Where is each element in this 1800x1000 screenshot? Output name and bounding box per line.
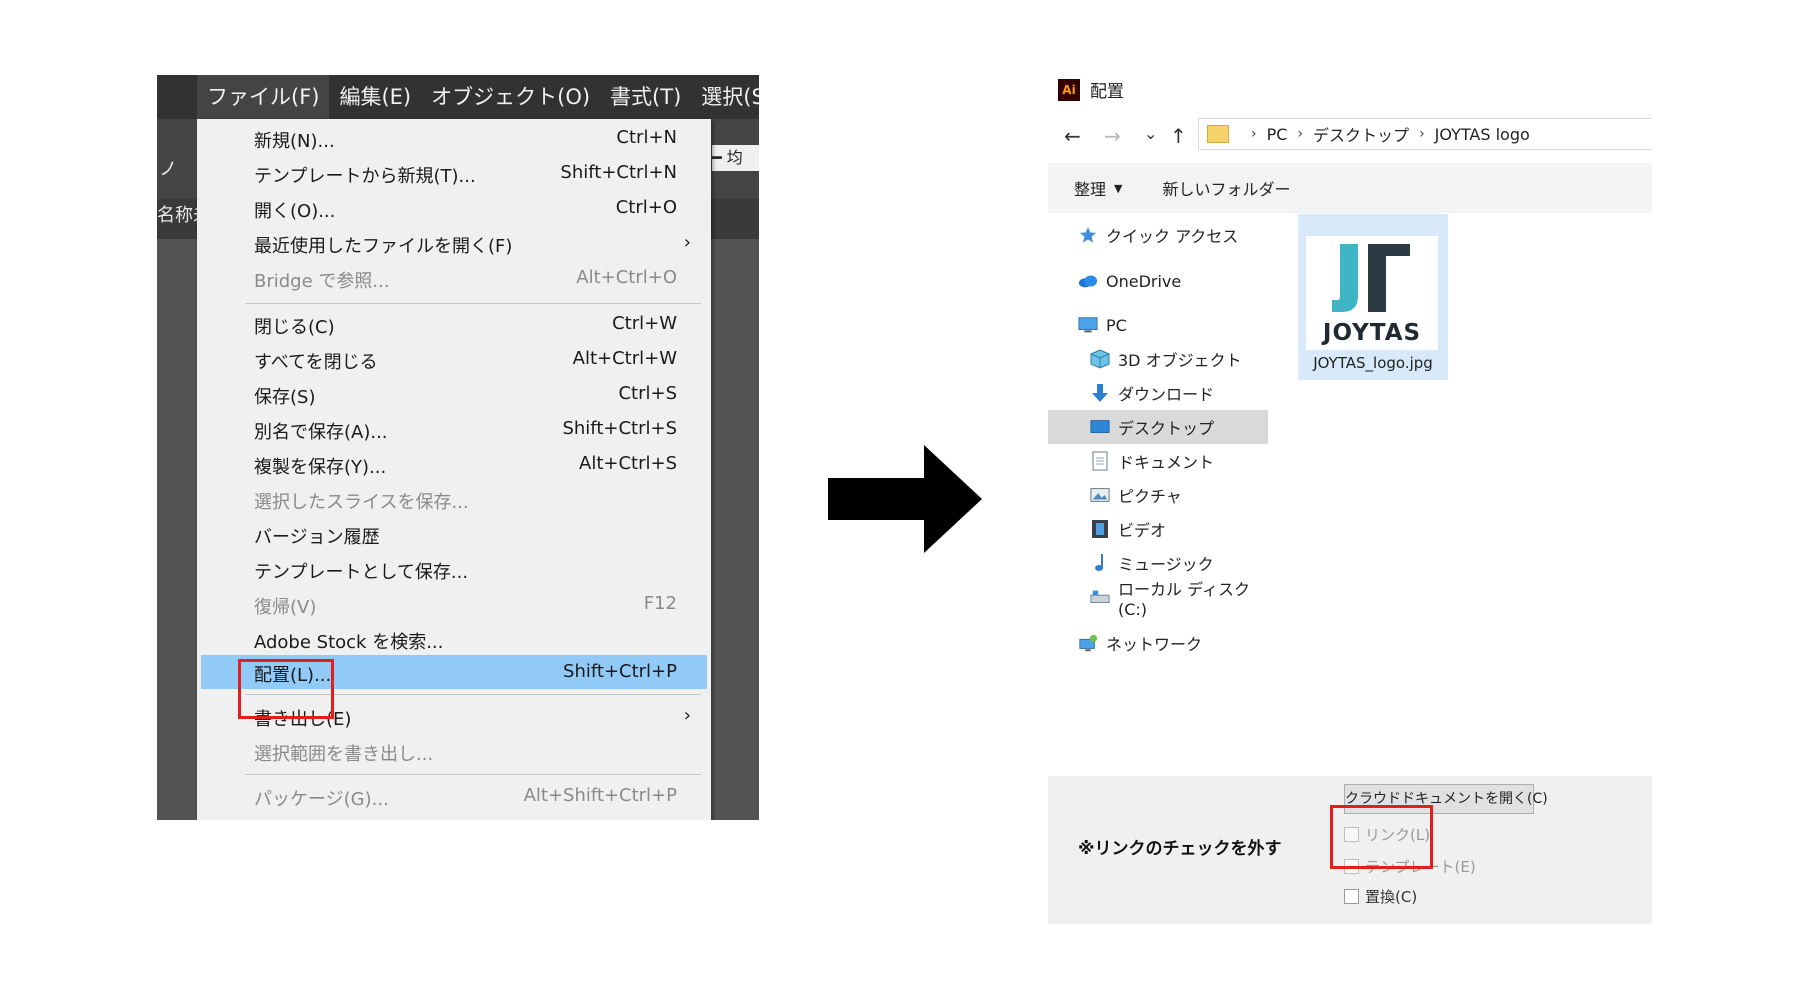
nav-item-network[interactable]: ネットワーク [1048, 626, 1268, 660]
file-item-joytas-logo[interactable]: JOYTAS JOYTAS_logo.jpg [1298, 214, 1448, 380]
desktop-icon [1090, 417, 1110, 437]
menu-item-version-history[interactable]: バージョン履歴 [197, 517, 711, 551]
folder-icon [1207, 125, 1229, 143]
menu-item-revert[interactable]: 復帰(V) F12 [197, 587, 711, 621]
address-bar[interactable]: › PC › デスクトップ › JOYTAS logo [1198, 118, 1652, 150]
nav-item-3d-objects[interactable]: 3D オブジェクト [1048, 342, 1268, 376]
menu-item-open[interactable]: 開く(O)... Ctrl+O [197, 191, 711, 225]
file-thumbnail: JOYTAS [1306, 236, 1438, 350]
checkbox-icon [1344, 889, 1359, 904]
menu-item-save-as[interactable]: 別名で保存(A)... Shift+Ctrl+S [197, 412, 711, 446]
back-icon[interactable]: ← [1064, 124, 1081, 148]
nav-item-onedrive[interactable]: OneDrive [1048, 264, 1268, 298]
nav-item-local-disk[interactable]: ローカル ディスク (C:) [1048, 580, 1268, 619]
film-icon [1090, 519, 1110, 539]
menu-item-save-copy[interactable]: 複製を保存(Y)... Alt+Ctrl+S [197, 447, 711, 481]
chevron-right-icon: › [683, 705, 691, 726]
up-folder-icon[interactable]: ↑ [1170, 124, 1187, 148]
logo-wordmark: JOYTAS [1322, 320, 1422, 346]
menu-item-search-adobe-stock[interactable]: Adobe Stock を検索... [197, 622, 711, 656]
arrow-right-icon [828, 445, 982, 553]
cube-icon [1090, 349, 1110, 369]
new-folder-button[interactable]: 新しいフォルダー [1162, 176, 1290, 200]
menu-item-open-recent[interactable]: 最近使用したファイルを開く(F) › [197, 226, 711, 260]
nav-item-quick-access[interactable]: クイック アクセス [1048, 218, 1268, 252]
menu-item-save-as-template[interactable]: テンプレートとして保存... [197, 552, 711, 586]
replace-checkbox[interactable]: 置換(C) [1344, 886, 1417, 907]
dialog-title-bar: Ai 配置 [1058, 77, 1124, 102]
breadcrumb-desktop[interactable]: デスクトップ [1313, 122, 1409, 146]
menu-item-new-from-template[interactable]: テンプレートから新規(T)... Shift+Ctrl+N [197, 156, 711, 190]
menu-select[interactable]: 選択(S [691, 75, 759, 119]
chevron-right-icon: › [683, 232, 691, 253]
align-control-fragment[interactable]: ━ 均 [712, 145, 759, 171]
caret-down-icon[interactable]: ▼ [1114, 182, 1122, 195]
music-note-icon [1090, 553, 1110, 573]
nav-item-pictures[interactable]: ピクチャ [1048, 478, 1268, 512]
file-name: JOYTAS_logo.jpg [1313, 354, 1433, 372]
menu-item-save[interactable]: 保存(S) Ctrl+S [197, 377, 711, 411]
menu-item-package[interactable]: パッケージ(G)... Alt+Shift+Ctrl+P [197, 779, 711, 813]
document-icon [1090, 451, 1110, 471]
forward-icon[interactable]: → [1104, 124, 1121, 148]
star-icon [1078, 225, 1098, 245]
menu-object[interactable]: オブジェクト(O) [421, 75, 600, 119]
dialog-toolbar: 整理 ▼ 新しいフォルダー [1048, 163, 1652, 213]
picture-icon [1090, 485, 1110, 505]
menu-type[interactable]: 書式(T) [600, 75, 691, 119]
download-arrow-icon [1090, 383, 1110, 403]
navigation-pane: クイック アクセス OneDrive PC 3D オブジェクト ダウンロード デ… [1048, 218, 1268, 698]
menu-file[interactable]: ファイル(F) [197, 75, 330, 119]
breadcrumb-pc[interactable]: PC [1267, 125, 1288, 144]
nav-item-desktop[interactable]: デスクトップ [1048, 410, 1268, 444]
nav-item-pc[interactable]: PC [1048, 308, 1268, 342]
nav-item-videos[interactable]: ビデオ [1048, 512, 1268, 546]
annotation-highlight-link [1330, 805, 1433, 869]
network-icon [1078, 633, 1098, 653]
recent-locations-icon[interactable]: ⌄ [1144, 124, 1157, 143]
dialog-title: 配置 [1090, 82, 1124, 102]
toolbar-fragment: ノ [159, 159, 177, 180]
organize-button[interactable]: 整理 [1074, 176, 1106, 200]
menu-item-save-selected-slices[interactable]: 選択したスライスを保存... [197, 482, 711, 516]
menu-edit[interactable]: 編集(E) [329, 75, 421, 119]
breadcrumb-joytas-logo[interactable]: JOYTAS logo [1435, 125, 1530, 144]
nav-item-documents[interactable]: ドキュメント [1048, 444, 1268, 478]
monitor-icon [1078, 315, 1098, 335]
illustrator-menubar: ファイル(F) 編集(E) オブジェクト(O) 書式(T) 選択(S [157, 75, 759, 119]
annotation-highlight-place [238, 659, 334, 719]
menu-item-export-selection[interactable]: 選択範囲を書き出し... [197, 734, 711, 768]
menu-item-new[interactable]: 新規(N)... Ctrl+N [197, 121, 711, 155]
menu-separator [245, 774, 701, 775]
annotation-note: ※リンクのチェックを外す [1078, 839, 1282, 859]
cloud-icon [1078, 271, 1098, 291]
menu-item-browse-in-bridge[interactable]: Bridge で参照... Alt+Ctrl+O [197, 261, 711, 295]
place-dialog: Ai 配置 ← → ⌄ ↑ › PC › デスクトップ › JOYTAS log… [1048, 68, 1652, 924]
menu-item-close-all[interactable]: すべてを閉じる Alt+Ctrl+W [197, 342, 711, 376]
nav-item-downloads[interactable]: ダウンロード [1048, 376, 1268, 410]
menu-separator [245, 303, 701, 304]
hard-drive-icon [1090, 587, 1110, 607]
menu-item-close[interactable]: 閉じる(C) Ctrl+W [197, 307, 711, 341]
illustrator-app-icon: Ai [1058, 78, 1080, 101]
